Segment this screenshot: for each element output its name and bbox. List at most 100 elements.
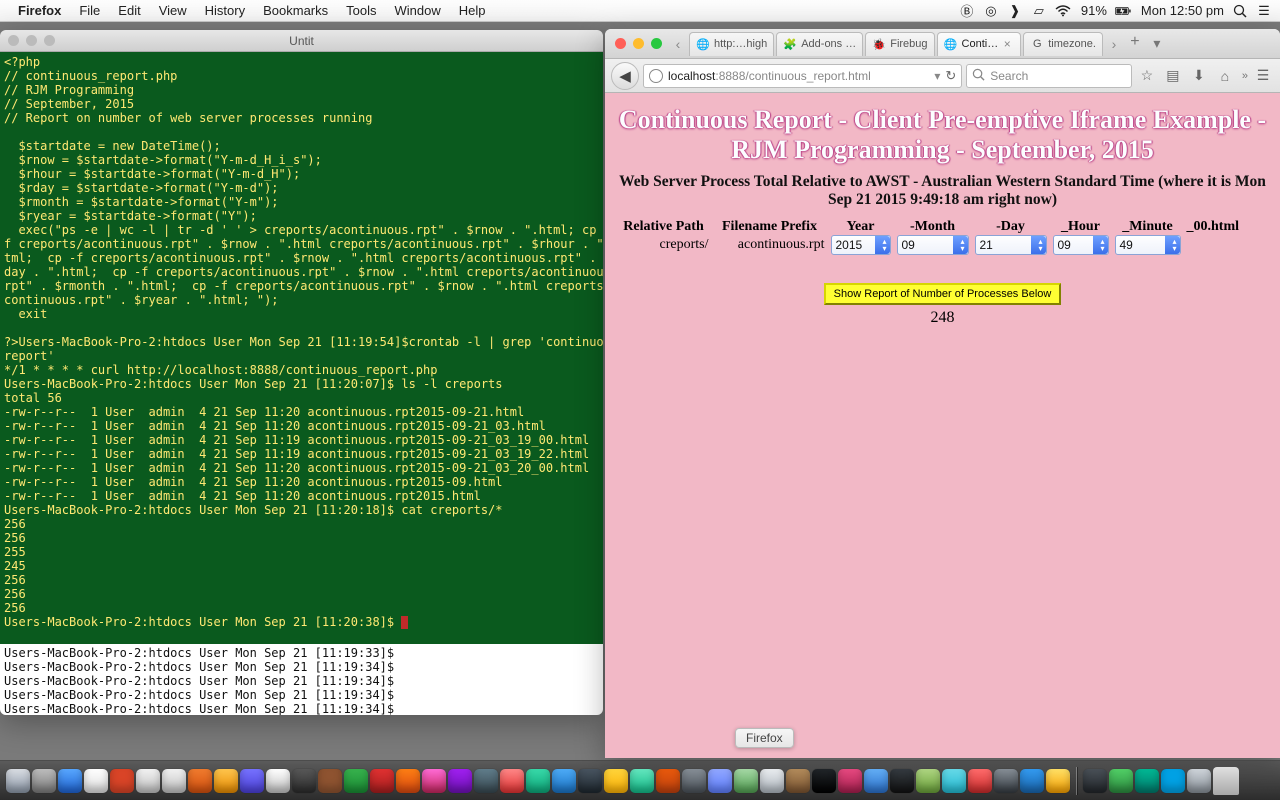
terminal-titlebar[interactable]: Untit	[0, 30, 603, 52]
url-history-dropdown-icon[interactable]: ▾	[934, 69, 940, 83]
dock-app[interactable]	[188, 769, 212, 793]
dock-app[interactable]	[6, 769, 30, 793]
home-icon[interactable]: ⌂	[1214, 68, 1236, 84]
dock-app[interactable]	[318, 769, 342, 793]
terminal-session-bottom[interactable]: Users-MacBook-Pro-2:htdocs User Mon Sep …	[0, 644, 603, 715]
dock-app[interactable]	[266, 769, 290, 793]
menu-bookmarks[interactable]: Bookmarks	[263, 3, 328, 18]
dock-app[interactable]	[734, 769, 758, 793]
dock-app[interactable]	[162, 769, 186, 793]
dock-app[interactable]	[994, 769, 1018, 793]
dock-app[interactable]	[890, 769, 914, 793]
dock-app[interactable]	[292, 769, 316, 793]
menu-edit[interactable]: Edit	[118, 3, 140, 18]
browser-tab[interactable]: 🌐http:…high	[689, 32, 774, 56]
dock-app[interactable]	[422, 769, 446, 793]
dock-app[interactable]	[474, 769, 498, 793]
zoom-button[interactable]	[651, 38, 662, 49]
search-bar[interactable]: Search	[966, 64, 1132, 88]
dock-app[interactable]	[84, 769, 108, 793]
dock-app[interactable]	[344, 769, 368, 793]
notification-center-icon[interactable]: ☰	[1256, 3, 1272, 19]
menu-view[interactable]: View	[159, 3, 187, 18]
reload-icon[interactable]: ↻	[945, 68, 956, 84]
menubar-clock[interactable]: Mon 12:50 pm	[1141, 3, 1224, 18]
dock-app[interactable]	[630, 769, 654, 793]
close-button[interactable]	[615, 38, 626, 49]
battery-icon[interactable]	[1115, 3, 1131, 19]
dock-app[interactable]	[526, 769, 550, 793]
dock-app[interactable]	[1161, 769, 1185, 793]
dock-app[interactable]	[682, 769, 706, 793]
trash-icon[interactable]	[1213, 767, 1239, 795]
select-day[interactable]: 21▴▾	[975, 235, 1047, 255]
dock-app[interactable]	[552, 769, 576, 793]
tab-close-icon[interactable]: ×	[1000, 37, 1014, 51]
toolbar-overflow-icon[interactable]: »	[1242, 70, 1248, 82]
browser-tab[interactable]: 🌐Conti…×	[937, 32, 1022, 56]
search-engine-icon[interactable]	[972, 68, 985, 84]
new-tab-button[interactable]: +	[1124, 33, 1146, 55]
menubar-app-name[interactable]: Firefox	[18, 3, 61, 18]
dock-app[interactable]	[760, 769, 784, 793]
dock-app[interactable]	[708, 769, 732, 793]
all-tabs-icon[interactable]: ▾	[1146, 35, 1168, 52]
battery-percent[interactable]: 91%	[1081, 3, 1107, 18]
dock-app[interactable]	[500, 769, 524, 793]
dock-app[interactable]	[58, 769, 82, 793]
dock-app[interactable]	[786, 769, 810, 793]
dock-app[interactable]	[812, 769, 836, 793]
select-minute[interactable]: 49▴▾	[1115, 235, 1181, 255]
site-identity-icon[interactable]	[649, 69, 663, 83]
status-icon[interactable]: Ⓑ	[959, 3, 975, 19]
dock-app[interactable]	[1083, 769, 1107, 793]
dock-app[interactable]	[370, 769, 394, 793]
select-month[interactable]: 09▴▾	[897, 235, 969, 255]
minimize-button[interactable]	[633, 38, 644, 49]
show-report-button[interactable]: Show Report of Number of Processes Below	[824, 283, 1062, 305]
terminal-session-top[interactable]: <?php // continuous_report.php // RJM Pr…	[0, 52, 603, 644]
menu-help[interactable]: Help	[459, 3, 486, 18]
dock-app[interactable]	[968, 769, 992, 793]
dock-app[interactable]	[1135, 769, 1159, 793]
dock-app[interactable]	[1046, 769, 1070, 793]
hamburger-menu-icon[interactable]: ☰	[1252, 67, 1274, 84]
status-icon[interactable]: ◎	[983, 3, 999, 19]
select-hour[interactable]: 09▴▾	[1053, 235, 1109, 255]
tab-scroll-right-icon[interactable]: ›	[1104, 36, 1124, 52]
select-year[interactable]: 2015▴▾	[831, 235, 891, 255]
browser-tab[interactable]: 🧩Add-ons …	[776, 32, 863, 56]
back-button[interactable]: ◀	[611, 62, 639, 90]
dock-app[interactable]	[1020, 769, 1044, 793]
airplay-icon[interactable]: ▱	[1031, 3, 1047, 19]
dock-app[interactable]	[838, 769, 862, 793]
status-icon[interactable]: ❱	[1007, 3, 1023, 19]
dock-app[interactable]	[942, 769, 966, 793]
dock-app[interactable]	[916, 769, 940, 793]
dock-app[interactable]	[1109, 769, 1133, 793]
browser-tab[interactable]: 🐞Firebug	[865, 32, 934, 56]
url-bar[interactable]: localhost :8888/continuous_report.html ▾…	[643, 64, 962, 88]
downloads-icon[interactable]: ⬇	[1188, 67, 1210, 84]
menu-history[interactable]: History	[205, 3, 245, 18]
dock-app[interactable]	[864, 769, 888, 793]
dock-app[interactable]	[448, 769, 472, 793]
dock-app[interactable]	[32, 769, 56, 793]
menu-window[interactable]: Window	[395, 3, 441, 18]
dock-app[interactable]	[214, 769, 238, 793]
menu-file[interactable]: File	[79, 3, 100, 18]
dock-app[interactable]	[604, 769, 628, 793]
dock-app[interactable]	[1187, 769, 1211, 793]
menu-tools[interactable]: Tools	[346, 3, 376, 18]
dock-app[interactable]	[656, 769, 680, 793]
dock-app[interactable]	[110, 769, 134, 793]
bookmark-star-icon[interactable]: ☆	[1136, 67, 1158, 84]
browser-tab[interactable]: Gtimezone.	[1023, 32, 1103, 56]
dock-app[interactable]	[240, 769, 264, 793]
dock-app[interactable]	[396, 769, 420, 793]
reader-mode-icon[interactable]: ▤	[1162, 67, 1184, 84]
wifi-icon[interactable]	[1055, 3, 1071, 19]
dock-app[interactable]	[578, 769, 602, 793]
spotlight-icon[interactable]	[1232, 3, 1248, 19]
tab-scroll-left-icon[interactable]: ‹	[668, 36, 688, 52]
